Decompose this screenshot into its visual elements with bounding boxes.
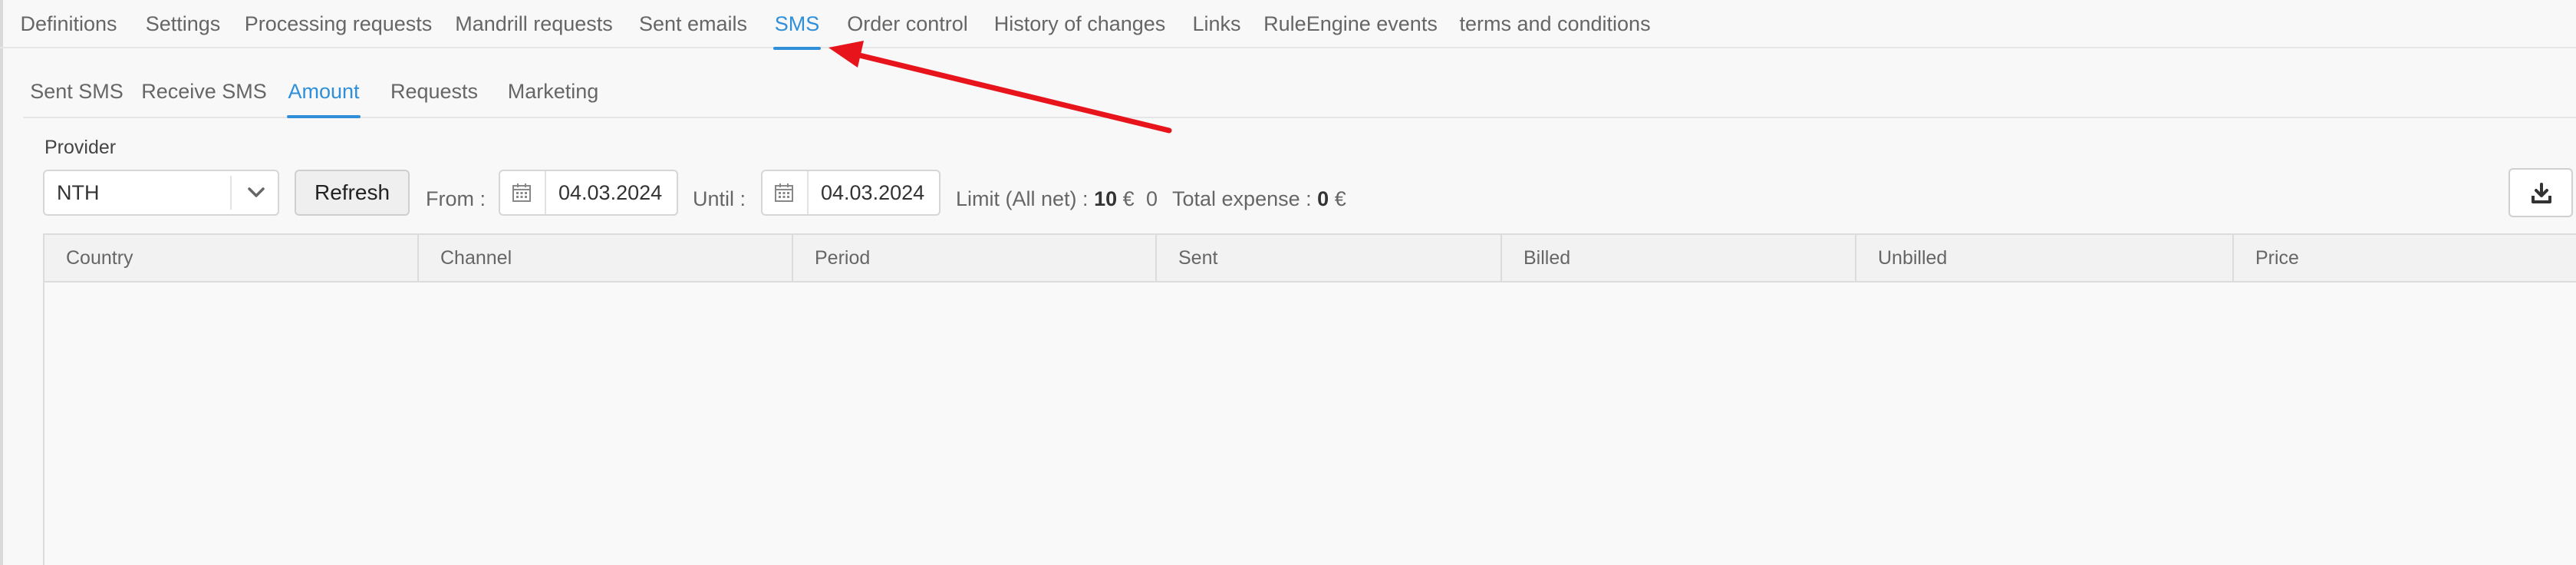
- limit-info: Limit (All net) : 10 €: [956, 187, 1135, 211]
- from-date-value: 04.03.2024: [558, 181, 663, 204]
- total-label: Total expense :: [1172, 187, 1312, 210]
- sub-tabs: Sent SMS Receive SMS Amount Requests Mar…: [23, 66, 2576, 118]
- column-header-unbilled[interactable]: Unbilled: [1856, 235, 2234, 281]
- top-tabs: Definitions Settings Processing requests…: [0, 0, 2576, 50]
- select-divider: [230, 176, 232, 210]
- total-value: 0: [1317, 187, 1329, 210]
- tab-sms[interactable]: SMS: [773, 0, 821, 50]
- column-header-channel[interactable]: Channel: [419, 235, 793, 281]
- tab-sent-emails[interactable]: Sent emails: [639, 0, 747, 48]
- column-header-period[interactable]: Period: [793, 235, 1157, 281]
- tab-ruleengine-events[interactable]: RuleEngine events: [1263, 0, 1438, 48]
- date-separator: [807, 171, 809, 214]
- column-header-country[interactable]: Country: [44, 235, 419, 281]
- calendar-icon[interactable]: [511, 182, 532, 203]
- provider-select[interactable]: NTH: [43, 170, 279, 216]
- subtab-requests[interactable]: Requests: [390, 66, 478, 117]
- table-header: Country Channel Period Sent Billed Unbil…: [44, 235, 2576, 282]
- calendar-icon[interactable]: [773, 182, 795, 203]
- total-currency: €: [1334, 187, 1346, 210]
- tab-settings[interactable]: Settings: [146, 0, 221, 48]
- tab-history-of-changes[interactable]: History of changes: [994, 0, 1166, 48]
- limit-label: Limit (All net) :: [956, 187, 1089, 210]
- tab-processing-requests[interactable]: Processing requests: [245, 0, 433, 48]
- limit-value: 10: [1094, 187, 1118, 210]
- count-value: 0: [1146, 187, 1158, 210]
- tab-terms-and-conditions[interactable]: terms and conditions: [1459, 0, 1650, 48]
- column-header-price[interactable]: Price: [2234, 235, 2576, 281]
- total-info: Total expense : 0 €: [1172, 187, 1346, 211]
- subtab-receive-sms[interactable]: Receive SMS: [141, 66, 267, 117]
- provider-value: NTH: [57, 181, 100, 204]
- tab-definitions[interactable]: Definitions: [20, 0, 117, 48]
- left-edge: [0, 0, 3, 565]
- from-date-input[interactable]: 04.03.2024: [499, 170, 678, 216]
- tab-order-control[interactable]: Order control: [847, 0, 968, 48]
- column-header-billed[interactable]: Billed: [1502, 235, 1856, 281]
- subtab-marketing[interactable]: Marketing: [508, 66, 599, 117]
- until-date-input[interactable]: 04.03.2024: [761, 170, 940, 216]
- until-label: Until :: [693, 187, 746, 210]
- limit-currency: €: [1122, 187, 1135, 210]
- tab-links[interactable]: Links: [1192, 0, 1240, 48]
- amount-table: Country Channel Period Sent Billed Unbil…: [43, 233, 2576, 565]
- subtab-sent-sms[interactable]: Sent SMS: [30, 66, 124, 117]
- provider-label: Provider: [44, 137, 117, 158]
- subtab-amount[interactable]: Amount: [287, 66, 361, 118]
- chevron-down-icon: [248, 187, 265, 197]
- download-button[interactable]: [2508, 168, 2573, 217]
- tab-mandrill-requests[interactable]: Mandrill requests: [455, 0, 613, 48]
- until-date-value: 04.03.2024: [821, 181, 925, 204]
- from-label: From :: [426, 187, 486, 210]
- refresh-button[interactable]: Refresh: [295, 170, 410, 216]
- download-icon: [2532, 183, 2551, 203]
- column-header-sent[interactable]: Sent: [1157, 235, 1502, 281]
- date-separator: [545, 171, 546, 214]
